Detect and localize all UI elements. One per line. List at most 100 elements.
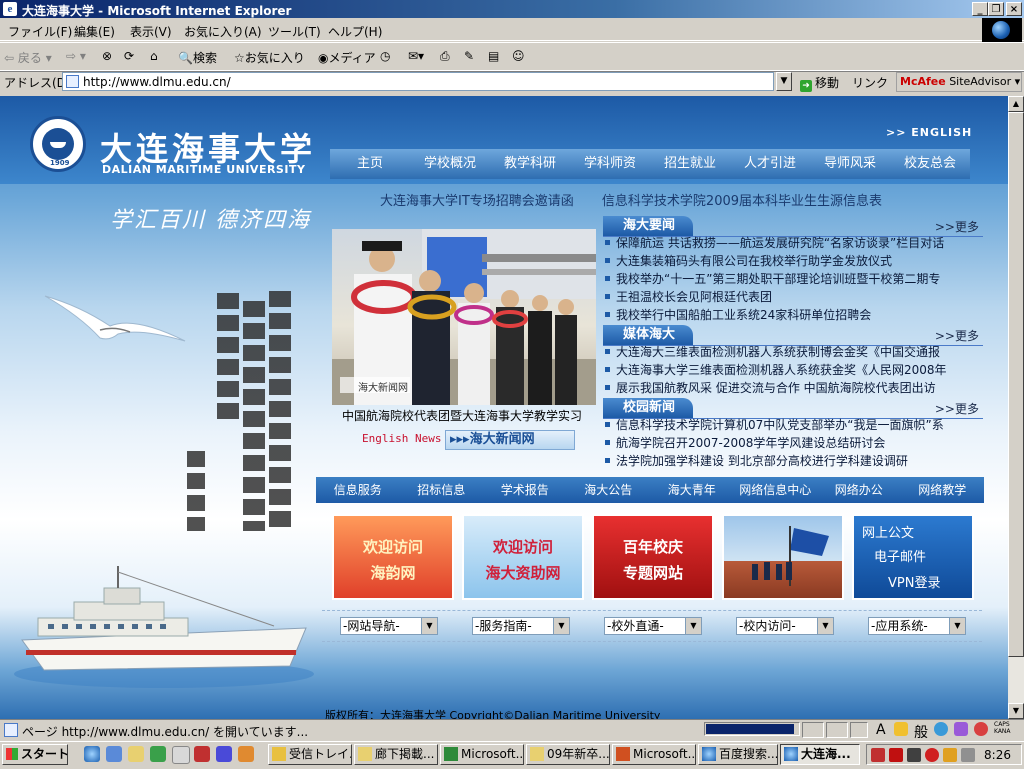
subnav-announcements[interactable]: 海大公告 — [567, 477, 651, 503]
links-button[interactable]: リンク — [852, 74, 888, 91]
news-item[interactable]: 展示我国航教风采 促进交流与合作 中国航海院校代表团出访 — [603, 379, 983, 397]
search-button[interactable]: 🔍検索 — [178, 49, 217, 66]
menu-edit[interactable]: 編集(E) — [74, 23, 115, 40]
service-guide-select[interactable]: -服务指南- ▼ — [472, 617, 570, 635]
english-news-link[interactable]: English News — [362, 432, 441, 445]
scroll-down-icon[interactable]: ▼ — [1008, 703, 1024, 719]
banner-office-mail-vpn[interactable]: 网上公文 电子邮件 VPN登录 — [852, 514, 974, 600]
clock[interactable]: 8:26 — [984, 748, 1011, 762]
subnav-online-teaching[interactable]: 网络教学 — [901, 477, 985, 503]
english-version-link[interactable]: >> ENGLISH — [886, 126, 972, 139]
stop-icon[interactable]: ⊗ — [102, 49, 112, 63]
ime-dictionary-icon[interactable] — [934, 722, 948, 736]
quicklaunch-ie-icon[interactable] — [84, 746, 100, 762]
discuss-icon[interactable]: ▤ — [488, 49, 499, 63]
nav-recruitment[interactable]: 人才引进 — [730, 149, 810, 179]
home-icon[interactable]: ⌂ — [150, 49, 158, 63]
nav-alumni[interactable]: 校友总会 — [890, 149, 970, 179]
quicklaunch-app-icon[interactable] — [216, 746, 232, 762]
quicklaunch-app-icon[interactable] — [150, 746, 166, 762]
task-inbox[interactable]: 受信トレイ... — [268, 744, 352, 765]
menu-file[interactable]: ファイル(F) — [8, 23, 72, 40]
nav-about[interactable]: 学校概况 — [410, 149, 490, 179]
notice-link[interactable]: 信息科学技术学院2009届本科毕业生生源信息表 — [602, 194, 882, 209]
nav-admissions[interactable]: 招生就业 — [650, 149, 730, 179]
volume-icon[interactable] — [961, 748, 975, 762]
subnav-tenders[interactable]: 招标信息 — [400, 477, 484, 503]
more-link[interactable]: >>更多 — [935, 400, 979, 417]
campus-news-site-button[interactable]: ▸▸▸海大新闻网 — [445, 430, 575, 450]
mcafee-tray-icon[interactable] — [889, 748, 903, 762]
nav-home[interactable]: 主页 — [330, 149, 410, 179]
scrollbar-thumb[interactable] — [1008, 112, 1024, 657]
subnav-info-services[interactable]: 信息服务 — [316, 477, 400, 503]
banner-haiyun[interactable]: 欢迎访问 海韵网 — [332, 514, 454, 600]
subnav-youth[interactable]: 海大青年 — [650, 477, 734, 503]
news-item[interactable]: 保障航运 共话救捞——航运发展研究院“名家访谈录”栏目对话 — [603, 234, 983, 252]
start-button[interactable]: スタート — [2, 744, 69, 765]
news-item[interactable]: 大连海大三维表面检测机器人系统获制博会金奖《中国交通报 — [603, 343, 983, 361]
subnav-online-office[interactable]: 网络办公 — [817, 477, 901, 503]
news-item[interactable]: 航海学院召开2007-2008学年学风建设总结研讨会 — [603, 434, 983, 452]
notice-link[interactable]: 大连海事大学IT专场招聘会邀请函 — [380, 194, 574, 209]
subnav-network-center[interactable]: 网络信息中心 — [734, 477, 818, 503]
ime-conversion-mode[interactable]: 般 — [914, 722, 928, 742]
tray-app-icon[interactable] — [925, 748, 939, 762]
quicklaunch-outlook-icon[interactable] — [106, 746, 122, 762]
quicklaunch-desktop-icon[interactable] — [128, 746, 144, 762]
ime-tool-icon[interactable] — [954, 722, 968, 736]
window-title-bar[interactable]: e 大连海事大学 - Microsoft Internet Explorer _… — [0, 0, 1024, 18]
photo-caption[interactable]: 中国航海院校代表团暨大连海事大学教学实习 — [342, 407, 582, 424]
history-icon[interactable]: ◷ — [380, 49, 390, 63]
banner-parade-photo[interactable] — [722, 514, 844, 600]
menu-favorites[interactable]: お気に入り(A) — [184, 23, 262, 40]
quicklaunch-app-icon[interactable] — [238, 746, 254, 762]
news-item[interactable]: 大连海事大学三维表面检测机器人系统获金奖《人民网2008年 — [603, 361, 983, 379]
back-button[interactable]: ⇦ 戻る ▾ — [4, 49, 52, 66]
address-dropdown-button[interactable]: ▼ — [776, 72, 792, 91]
close-button[interactable]: × — [1006, 2, 1022, 16]
messenger-icon[interactable]: ☺ — [512, 49, 525, 63]
ime-mode-indicator[interactable]: A — [876, 722, 886, 738]
address-input[interactable]: http://www.dlmu.edu.cn/ — [62, 72, 774, 91]
task-folder[interactable]: 09年新卒... — [526, 744, 610, 765]
news-item[interactable]: 大连集装箱码头有限公司在我校举行助学金发放仪式 — [603, 252, 983, 270]
news-item[interactable]: 我校举行中国船舶工业系统24家科研单位招聘会 — [603, 306, 983, 324]
internal-links-select[interactable]: -校内访问- ▼ — [736, 617, 834, 635]
task-folder[interactable]: 廊下掲載... — [354, 744, 438, 765]
menu-help[interactable]: ヘルプ(H) — [328, 23, 382, 40]
vertical-scrollbar[interactable]: ▲ ▼ — [1008, 96, 1024, 719]
news-item[interactable]: 信息科学技术学院计算机07中队党支部举办“我是一面旗帜”系 — [603, 416, 983, 434]
edit-icon[interactable]: ✎ — [464, 49, 474, 63]
task-excel[interactable]: Microsoft... — [440, 744, 524, 765]
ime-pen-icon[interactable] — [894, 722, 908, 736]
quicklaunch-app-icon[interactable] — [172, 746, 190, 764]
menu-view[interactable]: 表示(V) — [130, 23, 172, 40]
refresh-icon[interactable]: ⟳ — [124, 49, 134, 63]
news-item[interactable]: 我校举办“十一五”第三期处职干部理论培训班暨干校第二期专 — [603, 270, 983, 288]
print-icon[interactable]: ⎙ — [440, 49, 450, 64]
news-item[interactable]: 法学院加强学科建设 到北京部分高校进行学科建设调研 — [603, 452, 983, 470]
tray-app-icon[interactable] — [907, 748, 921, 762]
task-dlmu-active[interactable]: 大连海... — [780, 744, 860, 765]
tray-app-icon[interactable] — [943, 748, 957, 762]
nav-teaching-research[interactable]: 教学科研 — [490, 149, 570, 179]
mcafee-siteadvisor-button[interactable]: McAfee SiteAdvisor ▾ — [896, 72, 1022, 92]
nav-faculty[interactable]: 学科师资 — [570, 149, 650, 179]
quicklaunch-app-icon[interactable] — [194, 746, 210, 762]
app-systems-select[interactable]: -应用系统- ▼ — [868, 617, 966, 635]
news-photo[interactable]: 海大新闻网 — [332, 229, 596, 405]
subnav-academic-reports[interactable]: 学术报告 — [483, 477, 567, 503]
go-button[interactable]: ➜ 移動 — [800, 74, 839, 92]
media-button[interactable]: ◉メディア — [318, 49, 376, 66]
mail-icon[interactable]: ✉▾ — [408, 49, 424, 63]
ime-help-icon[interactable] — [974, 722, 988, 736]
news-item[interactable]: 王祖温校长会见阿根廷代表团 — [603, 288, 983, 306]
nav-supervisors[interactable]: 导师风采 — [810, 149, 890, 179]
scroll-up-icon[interactable]: ▲ — [1008, 96, 1024, 112]
more-link[interactable]: >>更多 — [935, 218, 979, 235]
favorites-button[interactable]: ☆お気に入り — [234, 49, 305, 66]
tray-app-icon[interactable] — [871, 748, 885, 762]
banner-centennial[interactable]: 百年校庆 专题网站 — [592, 514, 714, 600]
task-baidu[interactable]: 百度搜索... — [698, 744, 778, 765]
